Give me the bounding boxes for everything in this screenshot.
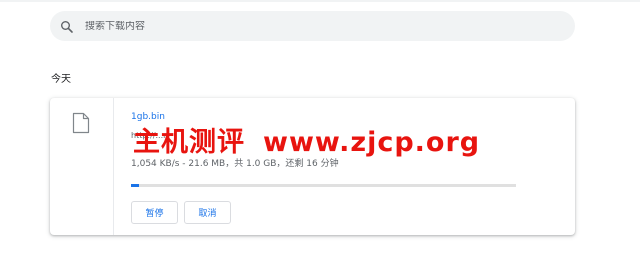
progress-bar-fill: [131, 184, 140, 187]
file-icon: [72, 112, 90, 134]
search-bar[interactable]: [50, 11, 575, 41]
file-name-link[interactable]: 1gb.bin: [131, 112, 165, 122]
download-status: 1,054 KB/s - 21.6 MB，共 1.0 GB，还剩 16 分钟: [131, 159, 339, 169]
date-section-label: 今天: [51, 74, 71, 85]
card-divider: [113, 98, 114, 235]
progress-bar: [131, 184, 516, 187]
download-item-card: 1gb.bin http://...n 1,054 KB/s - 21.6 MB…: [50, 98, 575, 235]
top-divider: [0, 0, 640, 2]
search-input[interactable]: [85, 20, 565, 32]
search-icon: [60, 19, 74, 33]
cancel-button[interactable]: 取消: [184, 201, 231, 224]
source-url[interactable]: http://...n: [131, 131, 168, 140]
pause-button[interactable]: 暂停: [131, 201, 178, 224]
downloads-page: 今天 1gb.bin http://...n 1,054 KB/s - 21.6…: [0, 0, 640, 278]
